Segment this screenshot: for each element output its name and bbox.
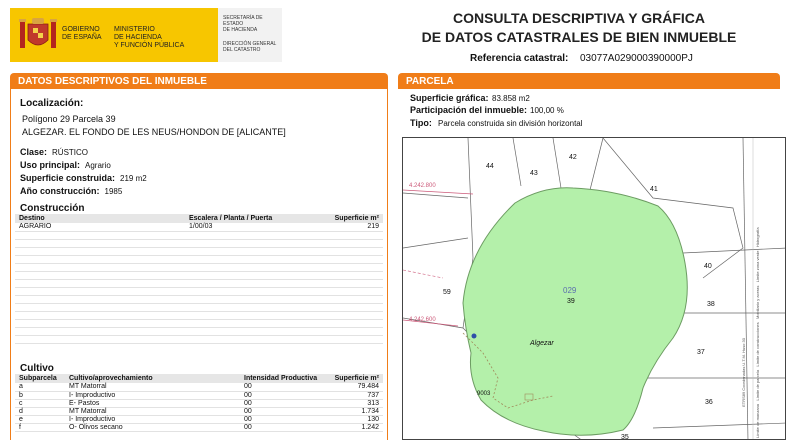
table-row	[15, 327, 383, 336]
anio-row: Año construcción: 1985	[20, 186, 123, 196]
localizacion-line1: Polígono 29 Parcela 39	[22, 114, 116, 124]
table-row	[15, 287, 383, 296]
cultivo-table: Subparcela Cultivo/aprovechamiento Inten…	[15, 374, 383, 432]
table-row	[15, 319, 383, 328]
table-row	[15, 271, 383, 280]
construccion-title: Construcción	[20, 203, 85, 214]
secretaria-text: SECRETARÍA DE ESTADO DE HACIENDA	[223, 15, 263, 33]
table-row: f O- Olivos secano 00 1.242	[15, 423, 383, 432]
main-parcel-number: 39	[567, 298, 575, 305]
coord-label-top: 4.242.800	[409, 183, 436, 189]
parcel-label-40: 40	[704, 263, 712, 270]
main-parcel-code: 029	[563, 286, 577, 295]
col-cultivo: Cultivo/aprovechamiento	[65, 374, 240, 383]
table-row: AGRARIO 1/00/03 219	[15, 223, 383, 232]
localizacion-line2: ALGEZAR. EL FONDO DE LES NEUS/HONDON DE …	[22, 127, 286, 137]
table-row	[15, 239, 383, 248]
table-row	[15, 247, 383, 256]
superficie-construida-row: Superficie construida: 219 m2	[20, 173, 147, 183]
table-row	[15, 263, 383, 272]
parcel-map-svg	[403, 138, 785, 439]
table-row: e I- Improductivo 00 130	[15, 415, 383, 424]
table-row	[15, 335, 383, 344]
table-row: a MT Matorral 00 79.484	[15, 383, 383, 392]
table-row: c E- Pastos 00 313	[15, 399, 383, 408]
direccion-text: DIRECCIÓN GENERAL DEL CATASTRO	[223, 41, 277, 53]
marker-icon	[471, 333, 477, 339]
parcel-label-59: 59	[443, 289, 451, 296]
construccion-table: Destino Escalera / Planta / Puerta Super…	[15, 214, 383, 344]
table-row: d MT Matorral 00 1.734	[15, 407, 383, 416]
parcel-label-37: 37	[697, 349, 705, 356]
localizacion-label: Localización:	[20, 98, 84, 109]
parcel-label-38: 38	[707, 301, 715, 308]
cultivo-title: Cultivo	[20, 363, 54, 374]
place-name: Algezar	[530, 340, 554, 347]
parcela-header: PARCELA	[398, 73, 780, 89]
ref-label: Referencia catastral:	[470, 53, 569, 64]
coat-of-arms-icon	[19, 18, 57, 48]
page-title-line2: DE DATOS CATASTRALES DE BIEN INMUEBLE	[421, 29, 737, 45]
ministry-name: MINISTERIO DE HACIENDA Y FUNCIÓN PÚBLICA	[114, 26, 185, 49]
map-legend: Límite de manzana Límite de parcela Lími…	[755, 227, 760, 438]
parcel-label-43: 43	[530, 170, 538, 177]
uso-row: Uso principal: Agrario	[20, 160, 111, 170]
main-parcel-shape[interactable]	[462, 187, 688, 436]
coord-system-label: ETRS89 Coordenadas U.T.M. Huso 30	[741, 338, 746, 407]
tipo-value: Parcela construida sin división horizont…	[438, 119, 583, 128]
gobierno-logo: GOBIERNO DE ESPAÑA MINISTERIO DE HACIEND…	[10, 8, 218, 62]
col-superficie-cultivo: Superficie m²	[325, 374, 383, 383]
tipo-label: Tipo:	[410, 118, 432, 128]
parcel-map[interactable]: 44 43 42 41 40 38 37 36 59 35 9003 029 3…	[402, 137, 786, 440]
table-row	[15, 279, 383, 288]
table-row	[15, 311, 383, 320]
table-row	[15, 295, 383, 304]
gov-name: GOBIERNO DE ESPAÑA	[62, 26, 102, 41]
superficie-grafica-label: Superficie gráfica:	[410, 93, 489, 103]
table-row	[15, 255, 383, 264]
col-superficie: Superficie m²	[305, 214, 383, 223]
parcel-label-36: 36	[705, 399, 713, 406]
table-row: b I- Improductivo 00 737	[15, 391, 383, 400]
direccion-block: SECRETARÍA DE ESTADO DE HACIENDA DIRECCI…	[218, 8, 282, 62]
page-title-line1: CONSULTA DESCRIPTIVA Y GRÁFICA	[452, 10, 705, 26]
parcel-label-41: 41	[650, 186, 658, 193]
superficie-grafica-value: 83.858 m2	[492, 94, 530, 103]
parcel-label-9003: 9003	[477, 391, 491, 397]
parcel-label-44: 44	[486, 163, 494, 170]
table-row	[15, 303, 383, 312]
col-destino: Destino	[15, 214, 185, 223]
ref-value: 03077A029000390000PJ	[580, 53, 693, 64]
parcel-label-42: 42	[569, 154, 577, 161]
clase-row: Clase: RÚSTICO	[20, 147, 89, 157]
participacion-label: Participación del inmueble:	[410, 105, 528, 115]
table-row	[15, 231, 383, 240]
coord-label-mid: 4.242.600	[409, 317, 436, 323]
col-subparcela: Subparcela	[15, 374, 65, 383]
col-intensidad: Intensidad Productiva	[240, 374, 325, 383]
col-escalera: Escalera / Planta / Puerta	[185, 214, 305, 223]
datos-descriptivos-header: DATOS DESCRIPTIVOS DEL INMUEBLE	[10, 73, 388, 89]
participacion-value: 100,00 %	[530, 106, 564, 115]
